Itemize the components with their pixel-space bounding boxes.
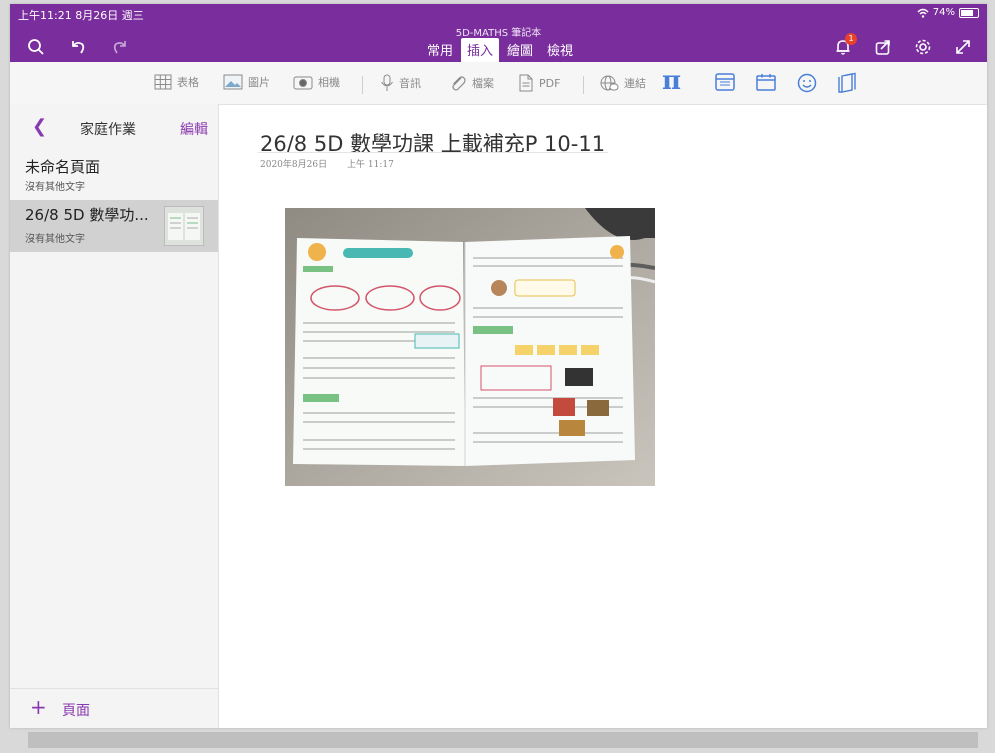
plus-icon: + (30, 695, 47, 719)
insert-link-button[interactable]: 連結 (599, 74, 646, 92)
insert-ribbon: 表格 圖片 相機 音訊 檔案 PDF 連結 π (10, 62, 987, 105)
tab-insert[interactable]: 插入 (461, 38, 500, 63)
tab-draw[interactable]: 繪圖 (501, 38, 539, 63)
pdf-document-icon (519, 74, 533, 92)
homework-photo[interactable] (285, 208, 655, 486)
status-indicators: 74% (917, 7, 979, 18)
expand-icon[interactable] (953, 37, 973, 57)
page-list-sidebar: ❮ 家庭作業 編輯 未命名頁面 沒有其他文字 26/8 5D 數學功... 沒有… (10, 104, 219, 728)
ribbon-tabs: 常用 插入 繪圖 檢視 (421, 38, 579, 63)
back-chevron-icon[interactable]: ❮ (32, 116, 47, 137)
redo-icon[interactable] (110, 37, 130, 57)
smiley-face-icon (797, 73, 817, 93)
toolbar-left (26, 37, 130, 57)
link-globe-icon (600, 75, 619, 91)
page-item-title: 26/8 5D 數學功... (25, 206, 149, 224)
insert-audio-label: 音訊 (399, 77, 421, 90)
insert-link-label: 連結 (624, 77, 646, 90)
insert-camera-button[interactable]: 相機 (293, 74, 340, 90)
search-icon[interactable] (26, 37, 46, 57)
page-time: 上午 11:17 (347, 160, 394, 170)
title-underline (258, 152, 608, 153)
share-icon[interactable] (873, 37, 893, 57)
add-page-button[interactable]: + 頁面 (10, 688, 218, 728)
home-indicator-bar (28, 732, 978, 748)
spreadsheet-icon (715, 73, 735, 91)
section-title: 家庭作業 (80, 122, 136, 138)
insert-date-button[interactable] (756, 73, 776, 91)
microphone-icon (381, 74, 393, 91)
insert-picture-button[interactable]: 圖片 (223, 74, 270, 90)
picture-icon (223, 74, 243, 90)
page-item-untitled[interactable]: 未命名頁面 沒有其他文字 (10, 152, 218, 198)
page-title[interactable]: 26/8 5D 數學功課 上載補充P 10-11 (260, 128, 605, 158)
toolbar-right: 1 (833, 33, 973, 57)
insert-table-button[interactable]: 表格 (154, 74, 199, 90)
insert-sticker-button[interactable] (797, 73, 817, 93)
insert-file-button[interactable]: 檔案 (449, 74, 494, 92)
page-item-math-homework[interactable]: 26/8 5D 數學功... 沒有其他文字 (10, 200, 218, 252)
battery-icon (959, 7, 979, 18)
undo-icon[interactable] (68, 37, 88, 57)
camera-icon (293, 76, 313, 90)
sidebar-header: ❮ 家庭作業 編輯 (10, 104, 218, 148)
page-item-subtitle: 沒有其他文字 (25, 182, 85, 193)
page-item-subtitle: 沒有其他文字 (25, 234, 85, 245)
onenote-window: 上午11:21 8月26日 週三 74% 5D-MATHS 筆記本 常用 插入 … (10, 4, 987, 728)
notification-badge: 1 (845, 33, 857, 45)
shapes-stack-icon (838, 72, 856, 93)
insert-picture-label: 圖片 (248, 76, 270, 89)
insert-shapes-button[interactable] (838, 72, 858, 94)
tab-home[interactable]: 常用 (421, 38, 459, 63)
pi-math-icon: π (662, 66, 682, 96)
ribbon-divider (362, 76, 363, 94)
insert-audio-button[interactable]: 音訊 (380, 74, 421, 92)
insert-file-label: 檔案 (472, 77, 494, 90)
wifi-icon (917, 8, 929, 18)
table-icon (154, 74, 172, 90)
page-thumbnail (164, 206, 204, 246)
insert-pdf-label: PDF (539, 76, 561, 90)
settings-gear-icon[interactable] (913, 37, 933, 57)
battery-percentage: 74% (932, 7, 955, 18)
add-page-label: 頁面 (62, 703, 90, 719)
page-item-title: 未命名頁面 (25, 158, 101, 176)
insert-pdf-button[interactable]: PDF (518, 74, 560, 92)
status-time: 上午11:21 8月26日 週三 (18, 9, 144, 22)
notification-bell-icon[interactable]: 1 (833, 33, 857, 57)
insert-math-button[interactable]: π (662, 66, 681, 96)
insert-spreadsheet-button[interactable] (715, 73, 735, 91)
edit-button[interactable]: 編輯 (180, 119, 208, 139)
tab-view[interactable]: 檢視 (541, 38, 579, 63)
paperclip-icon (452, 76, 466, 91)
top-bar: 上午11:21 8月26日 週三 74% 5D-MATHS 筆記本 常用 插入 … (10, 4, 987, 63)
ribbon-divider (583, 76, 584, 94)
page-date: 2020年8月26日 (260, 160, 328, 170)
insert-camera-label: 相機 (318, 76, 340, 89)
calendar-icon (756, 74, 776, 91)
insert-table-label: 表格 (177, 76, 199, 89)
